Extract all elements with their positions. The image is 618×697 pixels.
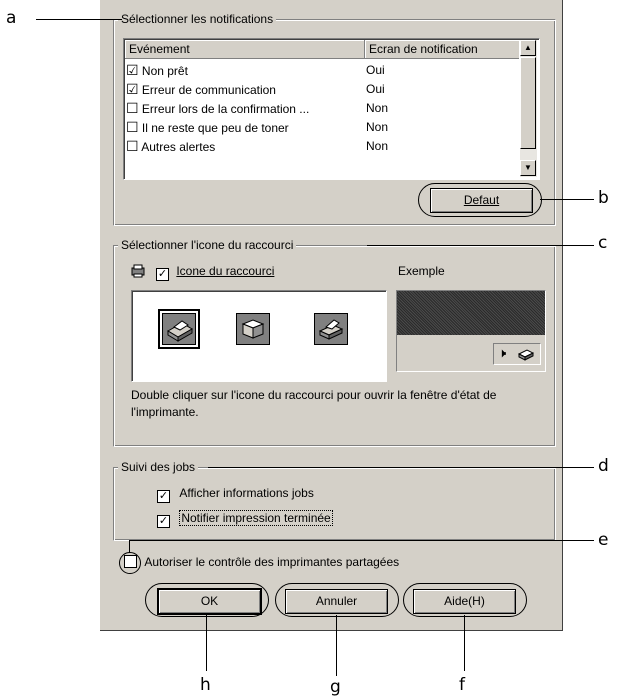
callout-oval-b [418, 183, 542, 217]
row-value: Oui [366, 63, 385, 77]
row-checkbox[interactable]: ☐ [126, 119, 139, 135]
shortcut-checkbox-label: Icone du raccourci [176, 264, 275, 278]
scroll-down-button[interactable]: ▼ [520, 160, 536, 176]
callout-a: a [6, 8, 17, 28]
callout-line-a [36, 19, 122, 20]
callout-line-b [540, 199, 594, 200]
list-item[interactable]: ☑ Non prêt Oui [126, 62, 385, 79]
list-item[interactable]: ☐ Il ne reste que peu de toner Non [126, 119, 388, 136]
icon-chooser[interactable] [131, 290, 387, 382]
callout-line-g [336, 615, 337, 676]
speaker-icon: 🕨 [498, 345, 507, 360]
show-info-checkbox[interactable]: ✓ [157, 490, 170, 503]
printer-icon [167, 320, 193, 342]
column-header-event-label: Evénement [129, 42, 190, 56]
tray-area: 🕨 [493, 343, 541, 365]
printer-icon-option-2[interactable] [236, 313, 270, 345]
callout-c: c [598, 233, 608, 253]
notifications-rows: ☑ Non prêt Oui ☑ Erreur de communication… [126, 62, 518, 179]
notifications-list[interactable]: Evénement Ecran de notification ☑ Non pr… [123, 38, 540, 180]
row-checkbox[interactable]: ☑ [126, 62, 139, 78]
callout-line-c [367, 245, 594, 246]
list-item[interactable]: ☑ Erreur de communication Oui [126, 81, 385, 98]
printer-icon-option-3[interactable] [314, 313, 348, 345]
notify-done-row[interactable]: ✓ Notifier impression terminée [157, 510, 333, 528]
row-event: Erreur lors de la confirmation ... [141, 102, 310, 116]
inkjet-printer-icon [318, 319, 344, 340]
printer-icon-option-1[interactable] [158, 309, 200, 349]
callout-oval-h [145, 583, 269, 617]
row-event: Il ne reste que peu de toner [141, 121, 289, 135]
callout-e: e [598, 530, 609, 550]
callout-oval-f [403, 583, 527, 617]
example-label: Exemple [398, 264, 445, 278]
callout-line-e [129, 540, 594, 541]
shortcut-checkbox-row[interactable]: ✓ Icone du raccourci [156, 264, 274, 281]
callout-line-h [206, 615, 207, 671]
callout-f: f [459, 675, 465, 695]
shortcut-checkbox[interactable]: ✓ [156, 268, 169, 281]
row-value: Non [366, 139, 389, 153]
row-event: Non prêt [141, 64, 188, 78]
jobs-group [113, 467, 556, 541]
list-item[interactable]: ☐ Erreur lors de la confirmation ... Non [126, 100, 388, 117]
show-info-label: Afficher informations jobs [179, 486, 314, 500]
shared-row[interactable]: Autoriser le contrôle des imprimantes pa… [124, 555, 399, 569]
callout-oval-e [119, 552, 141, 574]
row-event: Autres alertes [141, 140, 216, 154]
row-value: Oui [366, 82, 385, 96]
scroll-up-button[interactable]: ▲ [520, 40, 536, 56]
shared-label: Autoriser le contrôle des imprimantes pa… [144, 555, 400, 569]
callout-line-f [464, 615, 465, 671]
callout-g: g [330, 677, 341, 697]
row-value: Non [366, 101, 389, 115]
row-event: Erreur de communication [141, 83, 276, 97]
arrow-up-icon: ▲ [524, 43, 532, 52]
jobs-legend: Suivi des jobs [118, 460, 199, 474]
callout-b: b [598, 188, 609, 208]
callout-h: h [200, 675, 211, 695]
callout-d: d [598, 456, 609, 476]
laser-printer-icon [241, 319, 265, 339]
list-item[interactable]: ☐ Autres alertes Non [126, 138, 388, 155]
tray-printer-icon [518, 349, 534, 361]
column-header-screen-label: Ecran de notification [369, 42, 478, 56]
notifications-legend: Sélectionner les notifications [118, 12, 277, 26]
column-header-screen[interactable]: Ecran de notification [365, 40, 519, 59]
row-checkbox[interactable]: ☐ [126, 138, 139, 154]
callout-line-d [208, 467, 594, 468]
notify-done-label: Notifier impression terminée [179, 510, 333, 526]
callout-oval-g [275, 583, 399, 617]
shortcut-description: Double cliquer sur l'icone du raccourci … [131, 388, 497, 419]
example-desktop [397, 291, 545, 335]
callout-line-e-drop [129, 540, 130, 553]
list-scrollbar[interactable]: ▲ ▼ [520, 40, 537, 177]
printer-small-icon [130, 264, 146, 278]
show-info-row[interactable]: ✓ Afficher informations jobs [157, 486, 314, 503]
shortcut-legend: Sélectionner l'icone du raccourci [118, 238, 297, 252]
arrow-down-icon: ▼ [524, 163, 532, 172]
scroll-thumb[interactable] [520, 57, 536, 149]
example-preview: 🕨 [396, 290, 546, 372]
example-taskbar: 🕨 [397, 335, 545, 371]
row-checkbox[interactable]: ☐ [126, 100, 139, 116]
notify-done-checkbox[interactable]: ✓ [157, 515, 170, 528]
row-value: Non [366, 120, 389, 134]
column-header-event[interactable]: Evénement [125, 40, 365, 59]
row-checkbox[interactable]: ☑ [126, 81, 139, 97]
